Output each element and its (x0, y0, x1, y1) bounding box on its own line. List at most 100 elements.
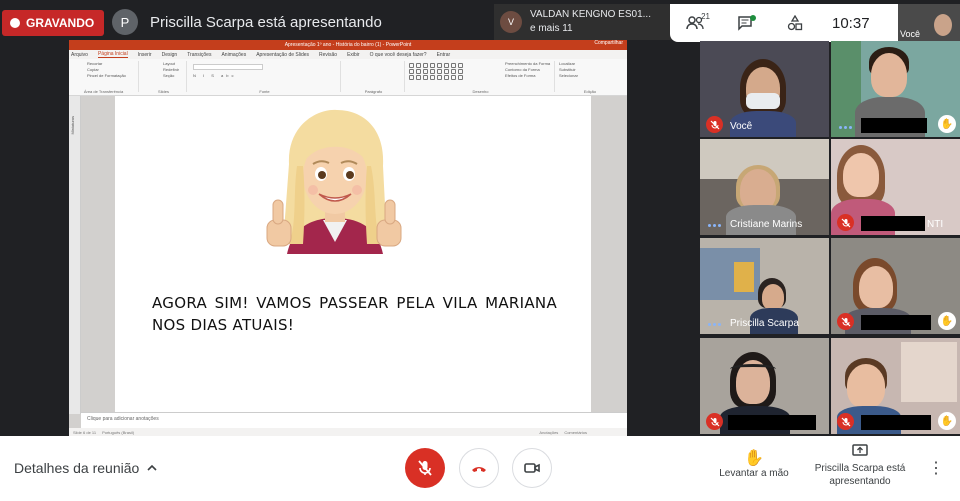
ppt-tab: Transições (187, 51, 212, 58)
mic-off-icon (837, 413, 854, 430)
ribbon-item: Pincel de Formatação (87, 73, 126, 78)
ribbon-group-font: N I S abc Fonte (189, 61, 341, 94)
recording-label: GRAVANDO (26, 16, 95, 30)
participant-name: Você (730, 121, 753, 132)
ribbon-caption: Fonte (259, 89, 270, 94)
ribbon-item: Efeitos de Forma (505, 73, 536, 78)
ribbon-caption: Área de Transferência (83, 89, 124, 94)
meeting-details-label: Detalhes da reunião (14, 460, 140, 476)
ppt-tab: Inserir (137, 51, 152, 58)
camera-toggle-button[interactable] (512, 448, 552, 488)
self-preview-face (934, 14, 952, 36)
joiner-more: e mais 11 (530, 23, 573, 34)
ppt-share-button: Compartilhar (594, 40, 623, 46)
presenting-button[interactable]: Priscilla Scarpa está apresentando (812, 444, 908, 488)
recording-dot-icon (10, 18, 20, 28)
chat-button[interactable] (720, 15, 770, 31)
slide-text: AGORA SIM! VAMOS PASSEAR PELA VILA MARIA… (152, 294, 557, 334)
raise-hand-icon: ✋ (744, 450, 764, 467)
presenting-label: Priscilla Scarpa está apresentando (814, 463, 906, 487)
recording-badge: GRAVANDO (2, 10, 105, 36)
ribbon-caption: Desenho (472, 89, 489, 94)
more-options-icon[interactable]: ⋮ (928, 458, 944, 478)
participant-tile[interactable]: Cristiane Marins (700, 139, 829, 235)
joiner-avatar: V (500, 11, 522, 33)
meeting-details-button[interactable]: Detalhes da reunião (14, 460, 157, 476)
joiner-names: VALDAN KENGNO ES01... (530, 9, 651, 20)
self-preview-label: Você (900, 29, 921, 39)
raise-hand-button[interactable]: ✋ Levantar a mão (712, 450, 796, 479)
present-screen-icon (852, 444, 868, 456)
ppt-tab: Revisão (319, 51, 338, 58)
ppt-tab-active: Página Inicial (97, 51, 128, 58)
ppt-notes-pane: Clique para adicionar anotações (81, 412, 627, 428)
speaking-indicator (708, 323, 721, 326)
ppt-tab: Apresentação de Slides (256, 51, 310, 58)
participants-button[interactable]: 21 (670, 12, 720, 30)
speaking-indicator (708, 224, 721, 227)
video-camera-icon (524, 463, 540, 473)
shared-screen-powerpoint: Apresentação 1º ano - História do bairro… (69, 40, 627, 436)
activities-button[interactable] (770, 15, 820, 31)
ppt-status-item: Comentários (564, 429, 587, 435)
ppt-window-title: Apresentação 1º ano - História do bairro… (284, 42, 412, 48)
participant-tile[interactable]: Você (700, 41, 829, 137)
ppt-tab: Arquivo (71, 51, 88, 58)
raised-hand-icon: ✋ (938, 312, 956, 330)
participant-name: Priscilla Scarpa (730, 318, 799, 329)
ribbon-caption: Slides (158, 89, 169, 94)
participant-tile[interactable]: NTI (831, 139, 960, 235)
redacted-name (861, 118, 927, 133)
self-preview-tile[interactable]: Você (898, 4, 960, 42)
ppt-ribbon: Recortar Copiar Pincel de Formatação Áre… (69, 59, 627, 96)
speaking-indicator (839, 126, 852, 129)
hang-up-icon (472, 467, 486, 472)
ppt-tab: Design (161, 51, 178, 58)
ribbon-group-slides: Layout Redefinir Seção Slides (141, 61, 187, 94)
meet-window: GRAVANDO P Priscilla Scarpa está apresen… (0, 0, 960, 501)
ribbon-group-clipboard: Recortar Copiar Pincel de Formatação Áre… (69, 61, 139, 94)
presenter-avatar: P (112, 9, 138, 35)
ppt-tab: Animações (221, 51, 247, 58)
raise-hand-label: Levantar a mão (719, 468, 789, 479)
chevron-up-icon (147, 464, 157, 471)
ppt-ribbon-tabs: Arquivo Página Inicial Inserir Design Tr… (69, 50, 627, 59)
slide-canvas: AGORA SIM! VAMOS PASSEAR PELA VILA MARIA… (115, 96, 591, 412)
redacted-name (861, 315, 931, 330)
ppt-status-item: Slide 6 de 11 (73, 429, 97, 435)
ppt-thumbnail-panel: Miniaturas (69, 96, 81, 414)
joiners-notification[interactable]: V VALDAN KENGNO ES01... e mais 11 (494, 4, 672, 40)
mic-off-icon (706, 413, 723, 430)
ppt-tab: Exibir (347, 51, 360, 58)
participant-tile[interactable]: ✋ (831, 238, 960, 334)
ppt-thumbnail-label: Miniaturas (70, 116, 75, 135)
memoji-thumbs-up-image (266, 109, 402, 254)
ppt-status-bar: Slide 6 de 11 Português (Brasil) Anotaçõ… (69, 428, 627, 436)
ribbon-group-editing: Localizar Substituir Selecionar Edição (557, 61, 623, 94)
ribbon-item: Seção (163, 73, 175, 78)
ppt-status-item: Anotações (539, 429, 559, 435)
redacted-name (728, 415, 816, 430)
participant-tile[interactable] (700, 338, 829, 434)
shapes-gallery (407, 61, 466, 82)
participant-name: NTI (927, 219, 944, 230)
presenter-banner: P Priscilla Scarpa está apresentando (112, 9, 382, 35)
ribbon-caption: Parágrafo (364, 89, 383, 94)
raised-hand-icon: ✋ (938, 115, 956, 133)
ppt-status-item: Português (Brasil) (102, 429, 135, 435)
redacted-name (861, 216, 925, 231)
ribbon-item: Selecionar (559, 73, 578, 78)
top-controls: 21 10:37 (670, 4, 898, 42)
mic-off-icon (418, 460, 432, 476)
ribbon-caption: Edição (583, 89, 597, 94)
participant-tile[interactable]: Priscilla Scarpa (700, 238, 829, 334)
participant-name: Cristiane Marins (730, 219, 803, 230)
ppt-tell-me: O que você deseja fazer? (369, 51, 427, 58)
chat-notification-dot (750, 15, 756, 21)
microphone-toggle-button[interactable] (405, 448, 445, 488)
leave-call-button[interactable] (459, 448, 499, 488)
participant-tile[interactable]: ✋ (831, 41, 960, 137)
mic-off-icon (837, 214, 854, 231)
participant-tile[interactable]: ✋ (831, 338, 960, 434)
ppt-title-bar: Apresentação 1º ano - História do bairro… (69, 40, 627, 50)
